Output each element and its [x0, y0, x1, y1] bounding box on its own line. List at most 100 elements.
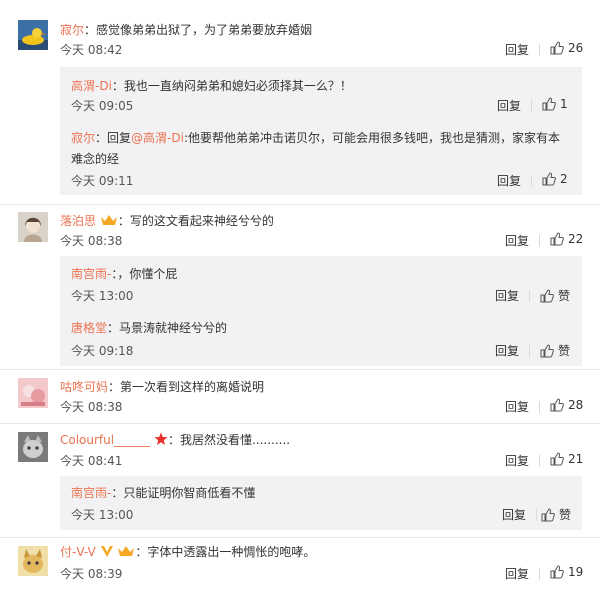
vip-badge-icon	[118, 546, 135, 556]
like-count: 21	[568, 452, 584, 466]
divider	[0, 423, 600, 424]
username[interactable]: 落泊思	[60, 214, 96, 228]
reply-list: 南宫雨-：只能证明你智商低看不懂 今天 13:00 回复 赞	[60, 476, 582, 530]
like-button[interactable]: 26	[550, 41, 583, 55]
divider	[0, 369, 600, 370]
like-count: 22	[568, 232, 584, 246]
thumbs-up-icon	[540, 288, 554, 302]
reply-meta: 今天 09:11 回复 2	[60, 172, 582, 192]
divider	[536, 509, 537, 521]
divider	[539, 455, 540, 467]
comment-text: ：写的这文看起来神经兮兮的	[117, 214, 274, 228]
verified-v-icon	[100, 546, 113, 557]
like-label: 赞	[558, 344, 571, 358]
like-button[interactable]: 1	[542, 97, 568, 111]
divider	[539, 568, 540, 580]
username[interactable]: 高渭-Di	[71, 79, 112, 93]
like-button[interactable]: 赞	[540, 342, 570, 359]
reply-content: 南宫雨-：，你懂个屁	[71, 265, 177, 282]
divider	[0, 537, 600, 538]
thumbs-up-icon	[550, 41, 564, 55]
reply-button[interactable]: 回复	[505, 41, 529, 58]
like-button[interactable]: 21	[550, 452, 583, 466]
timestamp: 今天 08:38	[60, 234, 123, 248]
reply-button[interactable]: 回复	[505, 232, 529, 249]
like-count: 26	[568, 41, 584, 55]
username[interactable]: 寂尔	[60, 23, 84, 37]
thumbs-up-icon	[541, 507, 555, 521]
star-icon	[154, 432, 168, 445]
reply-button[interactable]: 回复	[502, 506, 526, 523]
divider	[529, 345, 530, 357]
like-button[interactable]: 28	[550, 398, 583, 412]
timestamp: 今天 08:38	[60, 400, 123, 414]
reply-text: ：马景涛就神经兮兮的	[107, 321, 228, 335]
reply-list: 南宫雨-：，你懂个屁 今天 13:00 回复 赞 唐格堂：马景涛就神经兮兮的 今…	[60, 256, 582, 366]
reply-text: ：我也一直纳闷弟弟和媳妇必须择其一么？！	[111, 79, 352, 93]
reply-button[interactable]: 回复	[505, 398, 529, 415]
reply-content: 南宫雨-：只能证明你智商低看不懂	[71, 484, 255, 501]
comment-content: 咕咚可妈：第一次看到这样的离婚说明	[60, 378, 264, 395]
reply-button[interactable]: 回复	[497, 172, 521, 189]
username[interactable]: 咕咚可妈	[60, 380, 108, 394]
thumbs-up-icon	[542, 172, 556, 186]
username[interactable]: Colourful______	[60, 433, 150, 447]
like-button[interactable]: 赞	[540, 287, 570, 304]
reply-text: ：，你懂个屁	[111, 267, 178, 281]
thumbs-up-icon	[542, 97, 556, 111]
comment-content: 寂尔：感觉像弟弟出狱了，为了弟弟要放弃婚姻	[60, 21, 312, 38]
like-button[interactable]: 19	[550, 565, 583, 579]
comment-meta: 今天 08:38 回复 22	[0, 232, 600, 252]
divider	[539, 235, 540, 247]
divider	[531, 175, 532, 187]
reply-button[interactable]: 回复	[505, 452, 529, 469]
thumbs-up-icon	[540, 343, 554, 357]
comment-content: 付-V-V ：字体中透露出一种惆怅的咆哮。	[60, 543, 315, 560]
reply-text: ：只能证明你智商低看不懂	[111, 486, 256, 500]
timestamp: 今天 08:41	[60, 454, 123, 468]
comment-text: ：第一次看到这样的离婚说明	[108, 380, 265, 394]
reply-content: 唐格堂：马景涛就神经兮兮的	[71, 319, 227, 336]
timestamp: 今天 09:18	[71, 344, 134, 358]
comment-text: ：感觉像弟弟出狱了，为了弟弟要放弃婚姻	[84, 23, 313, 37]
like-count: 28	[568, 398, 584, 412]
reply-content: 寂尔：回复@高渭-Di:他要帮他弟弟冲击诺贝尔，可能会用很多钱吧，我也是猜测，家…	[71, 129, 560, 146]
username[interactable]: 南宫雨-	[71, 267, 111, 281]
timestamp: 今天 09:11	[71, 174, 134, 188]
reply-meta: 今天 09:05 回复 1	[60, 97, 582, 117]
reply-button[interactable]: 回复	[497, 97, 521, 114]
thumbs-up-icon	[550, 565, 564, 579]
thumbs-up-icon	[550, 398, 564, 412]
timestamp: 今天 08:42	[60, 43, 123, 57]
divider	[0, 204, 600, 205]
like-button[interactable]: 22	[550, 232, 583, 246]
reply-meta: 今天 09:18 回复 赞	[60, 342, 582, 362]
like-count: 2	[560, 172, 568, 186]
reply-prefix: ：回复	[95, 131, 132, 145]
divider	[529, 290, 530, 302]
reply-content: 高渭-Di：我也一直纳闷弟弟和媳妇必须择其一么？！	[71, 77, 352, 94]
username[interactable]: 付-V-V	[60, 545, 96, 559]
like-count: 1	[560, 97, 568, 111]
reply-meta: 今天 13:00 回复 赞	[60, 506, 582, 526]
reply-text-continued: 难念的经	[71, 152, 120, 166]
timestamp: 今天 08:39	[60, 567, 123, 581]
reply-list: 高渭-Di：我也一直纳闷弟弟和媳妇必须择其一么？！ 今天 09:05 回复 1 …	[60, 67, 582, 195]
timestamp: 今天 09:05	[71, 99, 134, 113]
comment-content: Colourful______ ：我居然没看懂..........	[60, 431, 290, 448]
reply-button[interactable]: 回复	[495, 342, 519, 359]
username[interactable]: 南宫雨-	[71, 486, 111, 500]
like-count: 19	[568, 565, 584, 579]
like-button[interactable]: 赞	[541, 506, 571, 523]
reply-meta: 今天 13:00 回复 赞	[60, 287, 582, 307]
username[interactable]: 唐格堂	[71, 321, 107, 335]
mention-link[interactable]: @高渭-Di	[131, 131, 184, 145]
reply-button[interactable]: 回复	[505, 565, 529, 582]
comment-meta: 今天 08:41 回复 21	[0, 452, 600, 472]
comment-meta: 今天 08:39 回复 19	[0, 565, 600, 585]
comment-text: ：字体中透露出一种惆怅的咆哮。	[135, 545, 316, 559]
divider	[539, 44, 540, 56]
reply-button[interactable]: 回复	[495, 287, 519, 304]
username[interactable]: 寂尔	[71, 131, 95, 145]
like-button[interactable]: 2	[542, 172, 568, 186]
